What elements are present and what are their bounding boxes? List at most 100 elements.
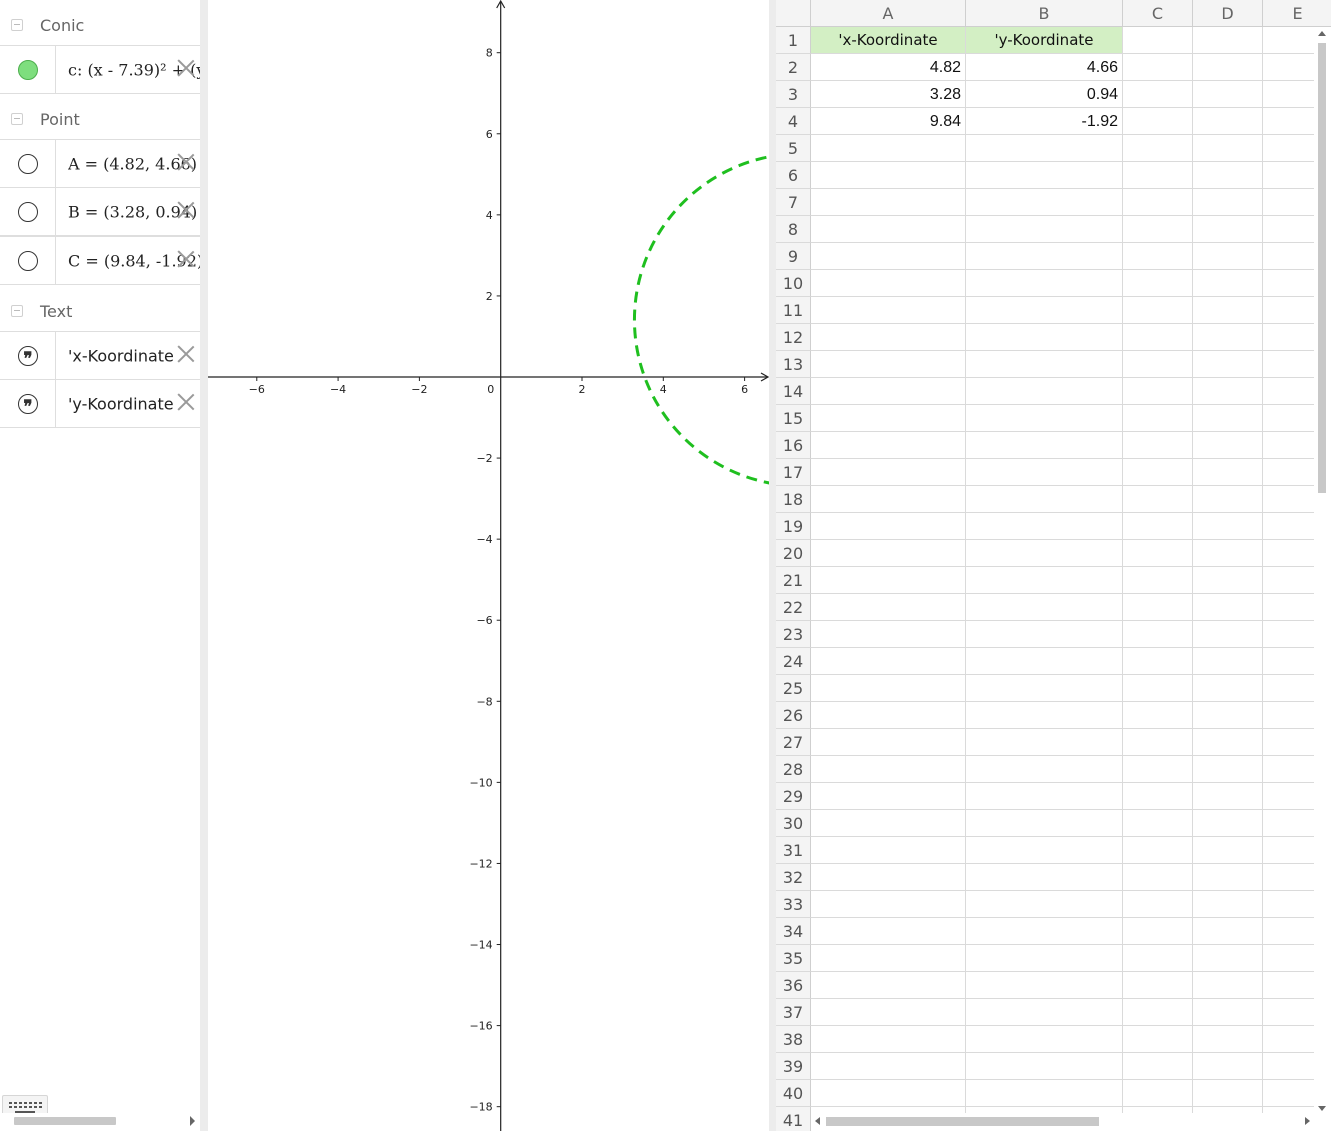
spreadsheet-cell[interactable] [1123, 621, 1193, 648]
spreadsheet-cell[interactable] [1123, 459, 1193, 486]
conic-c[interactable] [632, 154, 769, 486]
delete-icon[interactable] [177, 345, 195, 363]
spreadsheet-cell[interactable] [811, 405, 966, 432]
delete-icon[interactable] [177, 153, 195, 171]
spreadsheet-cell[interactable] [1193, 1053, 1263, 1080]
spreadsheet-cell[interactable]: -1.92 [966, 108, 1123, 135]
spreadsheet-cell[interactable] [1193, 783, 1263, 810]
visibility-marble-icon[interactable] [18, 59, 38, 80]
row-header[interactable]: 29 [776, 783, 811, 810]
spreadsheet-cell[interactable] [1193, 1026, 1263, 1053]
spreadsheet-cell[interactable] [1123, 324, 1193, 351]
spreadsheet-cell[interactable] [1193, 621, 1263, 648]
group-header-point[interactable]: Point [0, 96, 200, 142]
column-header-b[interactable]: B [966, 0, 1123, 27]
row-header[interactable]: 17 [776, 459, 811, 486]
row-header[interactable]: 30 [776, 810, 811, 837]
spreadsheet-cell[interactable] [1123, 810, 1193, 837]
spreadsheet-cell[interactable] [811, 972, 966, 999]
spreadsheet-cell[interactable] [1193, 432, 1263, 459]
spreadsheet-cell[interactable] [1193, 864, 1263, 891]
spreadsheet-cell[interactable] [966, 189, 1123, 216]
spreadsheet-cell[interactable] [1123, 378, 1193, 405]
spreadsheet-cell[interactable] [1193, 756, 1263, 783]
spreadsheet-cell[interactable] [1123, 594, 1193, 621]
spreadsheet-cell[interactable] [1193, 837, 1263, 864]
spreadsheet-cell[interactable] [1123, 945, 1193, 972]
spreadsheet-cell[interactable] [811, 702, 966, 729]
spreadsheet-cell[interactable] [1123, 243, 1193, 270]
spreadsheet-cell[interactable] [966, 1080, 1123, 1107]
row-header[interactable]: 1 [776, 27, 811, 54]
spreadsheet-cell[interactable] [1123, 270, 1193, 297]
spreadsheet-cell[interactable] [811, 459, 966, 486]
spreadsheet-cell[interactable] [1193, 648, 1263, 675]
spreadsheet-cell[interactable] [1123, 216, 1193, 243]
panel-splitter[interactable] [200, 0, 208, 1131]
collapse-icon[interactable] [11, 305, 23, 317]
quote-icon[interactable]: ❞ [18, 393, 38, 417]
spreadsheet-cell[interactable] [1193, 351, 1263, 378]
spreadsheet-cell[interactable] [966, 756, 1123, 783]
spreadsheet-cell[interactable] [811, 594, 966, 621]
spreadsheet-cell[interactable] [1193, 81, 1263, 108]
spreadsheet-cell[interactable] [811, 351, 966, 378]
row-header[interactable]: 5 [776, 135, 811, 162]
spreadsheet-cell[interactable] [1193, 27, 1263, 54]
spreadsheet-cell[interactable] [811, 783, 966, 810]
collapse-icon[interactable] [11, 19, 23, 31]
row-header[interactable]: 20 [776, 540, 811, 567]
spreadsheet-cell[interactable] [966, 594, 1123, 621]
spreadsheet-cell[interactable] [1193, 297, 1263, 324]
spreadsheet-cell[interactable] [1193, 567, 1263, 594]
spreadsheet-cell[interactable] [966, 945, 1123, 972]
graphics-canvas[interactable]: −6 −4 −2 0 2 4 6 8 6 4 2 −2 −4 −6 −8 −10 −12 −14 −16 −18 [208, 0, 769, 1131]
spreadsheet-cell[interactable] [811, 1080, 966, 1107]
spreadsheet-vertical-scrollbar[interactable] [1314, 27, 1331, 1113]
spreadsheet-cell[interactable] [966, 702, 1123, 729]
visibility-marble-icon[interactable] [18, 201, 38, 222]
spreadsheet-cell[interactable] [1193, 378, 1263, 405]
row-header[interactable]: 18 [776, 486, 811, 513]
quote-icon[interactable]: ❞ [18, 345, 38, 369]
row-header[interactable]: 38 [776, 1026, 811, 1053]
spreadsheet-cell[interactable]: 9.84 [811, 108, 966, 135]
spreadsheet-cell[interactable] [1123, 297, 1193, 324]
spreadsheet-cell[interactable] [1193, 216, 1263, 243]
spreadsheet-cell[interactable] [1123, 891, 1193, 918]
spreadsheet-cell[interactable] [966, 621, 1123, 648]
scroll-left-icon[interactable] [815, 1117, 820, 1125]
spreadsheet-cell[interactable] [966, 891, 1123, 918]
spreadsheet-cell[interactable] [1123, 729, 1193, 756]
spreadsheet-cell[interactable] [811, 864, 966, 891]
spreadsheet-horizontal-scrollbar[interactable] [811, 1113, 1314, 1131]
row-header[interactable]: 39 [776, 1053, 811, 1080]
algebra-item-text-y[interactable]: ❞ 'y-Koordinate [0, 379, 200, 428]
spreadsheet-cell[interactable] [966, 486, 1123, 513]
spreadsheet-cell[interactable] [1123, 27, 1193, 54]
spreadsheet-cell[interactable] [811, 162, 966, 189]
scroll-thumb[interactable] [1318, 43, 1326, 493]
row-header[interactable]: 25 [776, 675, 811, 702]
spreadsheet-cell[interactable] [1123, 837, 1193, 864]
algebra-horizontal-scrollbar[interactable] [0, 1113, 200, 1129]
spreadsheet-cell[interactable] [1123, 756, 1193, 783]
row-header[interactable]: 26 [776, 702, 811, 729]
spreadsheet-cell[interactable] [1193, 594, 1263, 621]
spreadsheet-cell[interactable] [1123, 972, 1193, 999]
delete-icon[interactable] [177, 250, 195, 268]
spreadsheet-cell[interactable] [1193, 405, 1263, 432]
spreadsheet-cell[interactable] [811, 1053, 966, 1080]
spreadsheet-cell[interactable] [811, 810, 966, 837]
spreadsheet-cell[interactable] [1123, 864, 1193, 891]
spreadsheet-cell[interactable] [966, 270, 1123, 297]
spreadsheet-cell[interactable] [966, 405, 1123, 432]
spreadsheet-cell[interactable] [966, 810, 1123, 837]
spreadsheet-cell[interactable] [811, 729, 966, 756]
row-header[interactable]: 36 [776, 972, 811, 999]
spreadsheet-cell[interactable] [1193, 891, 1263, 918]
spreadsheet-cell[interactable] [966, 162, 1123, 189]
spreadsheet-cell[interactable] [1123, 54, 1193, 81]
spreadsheet-cell[interactable] [1193, 729, 1263, 756]
row-header[interactable]: 21 [776, 567, 811, 594]
